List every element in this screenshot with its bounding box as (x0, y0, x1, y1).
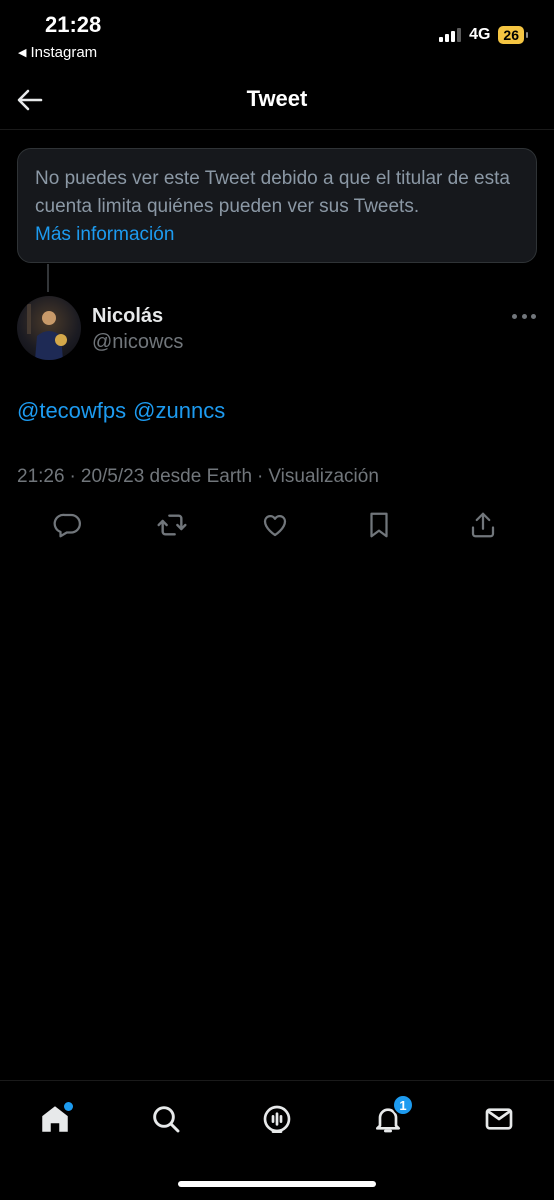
retweet-icon[interactable] (155, 508, 189, 542)
tweet-actions (0, 508, 554, 542)
status-indicators: 4G 26 (439, 26, 528, 44)
tweet-text: @tecowfps @zunncs (17, 398, 225, 424)
display-name[interactable]: Nicolás (92, 305, 163, 328)
spaces-icon[interactable] (257, 1099, 297, 1139)
back-to-app-link[interactable]: ◀ Instagram (18, 44, 97, 61)
back-app-label: Instagram (30, 44, 98, 61)
notice-text: No puedes ver este Tweet debido a que el… (35, 168, 510, 217)
page-title: Tweet (246, 86, 308, 111)
reply-icon[interactable] (51, 508, 85, 542)
more-options-icon[interactable] (512, 306, 536, 326)
restricted-tweet-notice: No puedes ver este Tweet debido a que el… (17, 148, 537, 263)
network-type: 4G (469, 26, 491, 43)
battery-icon: 26 (498, 26, 528, 44)
notifications-icon[interactable]: 1 (368, 1094, 414, 1139)
search-icon[interactable] (146, 1099, 186, 1139)
top-bar: Tweet (0, 70, 554, 130)
tweet-meta: 21:26 · 20/5/23 desde Earth · Visualizac… (17, 466, 379, 488)
meta-separator: · (257, 466, 264, 487)
home-unread-dot (64, 1102, 73, 1111)
tweet-date[interactable]: 20/5/23 desde Earth (81, 466, 252, 488)
home-icon[interactable] (35, 1099, 75, 1139)
username[interactable]: @nicowcs (92, 331, 183, 354)
back-triangle-icon: ◀ (18, 47, 27, 59)
bookmark-icon[interactable] (362, 508, 396, 542)
share-icon[interactable] (466, 508, 500, 542)
tweet-time[interactable]: 21:26 (17, 466, 65, 488)
mention-link[interactable]: @tecowfps (17, 398, 126, 424)
home-indicator[interactable] (178, 1181, 376, 1187)
tweet-views: Visualización (268, 466, 379, 487)
meta-separator: · (69, 466, 76, 487)
avatar[interactable] (17, 296, 81, 360)
like-icon[interactable] (258, 508, 292, 542)
status-time: 21:28 (45, 12, 102, 37)
signal-icon (439, 28, 462, 42)
more-info-link[interactable]: Más información (35, 221, 519, 249)
status-bar: 21:28 ◀ Instagram 4G 26 (0, 0, 554, 70)
notifications-badge: 1 (392, 1094, 414, 1116)
messages-icon[interactable] (479, 1099, 519, 1139)
mention-link[interactable]: @zunncs (133, 398, 225, 424)
thread-connector (47, 264, 49, 292)
